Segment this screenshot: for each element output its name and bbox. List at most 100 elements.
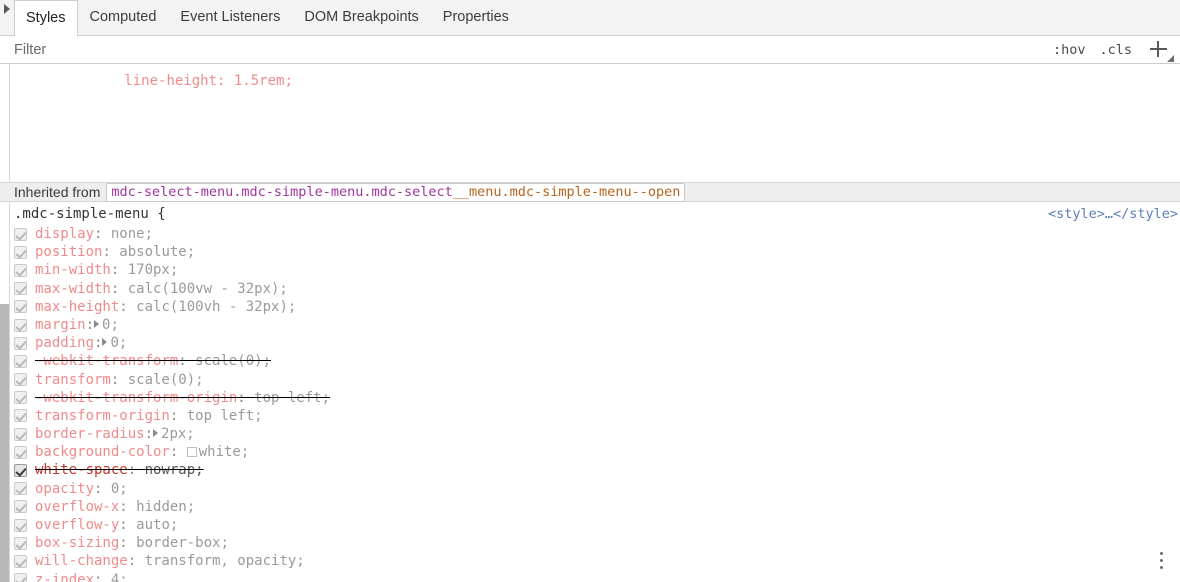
- panel-tabbar: Styles Computed Event Listeners DOM Brea…: [0, 0, 1180, 36]
- declaration-value: absolute;: [119, 244, 196, 261]
- declaration-value: transform, opacity;: [144, 553, 305, 570]
- tab-properties[interactable]: Properties: [431, 0, 521, 35]
- tab-list: Styles Computed Event Listeners DOM Brea…: [14, 0, 521, 36]
- kebab-dot: [1160, 559, 1163, 562]
- declaration-name: will-change: [35, 553, 128, 570]
- declaration-row[interactable]: background-color: white;: [0, 443, 1180, 461]
- declaration-checkbox[interactable]: [14, 263, 27, 277]
- inherited-from-label: Inherited from: [14, 184, 101, 200]
- declaration-name: overflow-y: [35, 517, 120, 533]
- declaration-row[interactable]: margin: 0;: [0, 316, 1180, 334]
- declaration-checkbox[interactable]: [14, 464, 27, 478]
- clipped-prop-1-text: line-height: 1.5rem;: [124, 73, 293, 90]
- declaration-row[interactable]: position: absolute;: [0, 243, 1180, 261]
- panel-collapse-gutter[interactable]: [0, 0, 14, 35]
- declaration-name: transform: [35, 371, 111, 388]
- tab-computed[interactable]: Computed: [78, 0, 169, 35]
- declaration-name: z-index: [35, 571, 95, 582]
- declaration-row[interactable]: max-width: calc(100vw - 32px);: [0, 280, 1180, 298]
- declaration-checkbox[interactable]: [14, 354, 27, 368]
- tab-dom-breakpoints-label: DOM Breakpoints: [304, 9, 419, 26]
- declaration-row[interactable]: transform-origin: top left;: [0, 407, 1180, 425]
- declaration-checkbox[interactable]: [14, 391, 27, 405]
- declaration-row[interactable]: box-sizing: border-box;: [0, 534, 1180, 552]
- toggle-hov-button[interactable]: :hov: [1053, 42, 1086, 58]
- declaration-value: scale(0);: [195, 353, 272, 370]
- tab-event-listeners[interactable]: Event Listeners: [168, 0, 292, 35]
- triangle-right-icon[interactable]: [4, 4, 10, 14]
- declaration-name: -webkit-transform-origin: [35, 389, 238, 406]
- declaration-value: auto;: [136, 517, 179, 533]
- declaration-checkbox[interactable]: [14, 336, 27, 350]
- declaration-row[interactable]: display: none;: [0, 225, 1180, 243]
- declaration-row[interactable]: padding: 0;: [0, 334, 1180, 352]
- declaration-row[interactable]: overflow-x: hidden;: [0, 498, 1180, 516]
- declaration-checkbox[interactable]: [14, 554, 27, 568]
- declaration-value: 0;: [110, 335, 128, 352]
- declaration-row-active[interactable]: white-space: nowrap;: [0, 461, 1180, 479]
- inherited-selector-part3: menu.mdc-simple-menu--open: [469, 183, 681, 200]
- declaration-checkbox[interactable]: [14, 282, 27, 296]
- declaration-name: transform-origin: [35, 407, 170, 424]
- resize-corner-icon[interactable]: [1167, 55, 1174, 62]
- kebab-dot: [1160, 566, 1163, 569]
- declaration-checkbox[interactable]: [14, 573, 27, 582]
- declaration-row[interactable]: min-width: 170px;: [0, 261, 1180, 279]
- devtools-styles-panel: Styles Computed Event Listeners DOM Brea…: [0, 0, 1180, 582]
- declaration-checkbox[interactable]: [14, 536, 27, 550]
- declaration-checkbox[interactable]: [14, 245, 27, 259]
- declaration-name: -webkit-transform: [35, 353, 179, 370]
- filter-input[interactable]: [14, 39, 834, 60]
- declaration-colon: :: [169, 444, 187, 461]
- declaration-row[interactable]: z-index: 4;: [0, 571, 1180, 582]
- more-vertical-icon[interactable]: [1160, 552, 1164, 570]
- tab-properties-label: Properties: [442, 9, 509, 26]
- rule-selector[interactable]: .mdc-simple-menu {: [14, 206, 166, 222]
- tab-event-listeners-label: Event Listeners: [180, 9, 281, 26]
- toolbar-actions: :hov .cls: [1053, 36, 1174, 64]
- styles-content: line-height: 1.5rem; list-style-type: no…: [0, 64, 1180, 582]
- declaration-checkbox[interactable]: [14, 373, 27, 387]
- declaration-colon: :: [119, 535, 137, 552]
- declaration-name: overflow-x: [35, 498, 120, 515]
- declaration-name: white-space: [35, 462, 128, 479]
- declaration-checkbox[interactable]: [14, 409, 27, 423]
- color-swatch-icon[interactable]: [186, 447, 197, 458]
- declaration-checkbox[interactable]: [14, 427, 27, 441]
- declaration-value: calc(100vh - 32px);: [136, 298, 297, 315]
- declaration-checkbox[interactable]: [14, 300, 27, 314]
- declaration-value: top left;: [254, 389, 331, 406]
- expand-triangle-icon[interactable]: [153, 429, 159, 438]
- declaration-row[interactable]: will-change: transform, opacity;: [0, 552, 1180, 570]
- tab-dom-breakpoints[interactable]: DOM Breakpoints: [292, 0, 430, 35]
- declaration-colon: :: [127, 553, 145, 570]
- declaration-checkbox[interactable]: [14, 445, 27, 459]
- rule-origin-link[interactable]: <style>…</style>: [1048, 206, 1178, 222]
- declaration-colon: :: [119, 298, 137, 315]
- declaration-checkbox[interactable]: [14, 518, 27, 532]
- declaration-checkbox[interactable]: [14, 318, 27, 332]
- clipped-declaration-1[interactable]: line-height: 1.5rem;: [0, 64, 1180, 109]
- new-style-rule-button[interactable]: [1148, 39, 1174, 62]
- toggle-cls-button[interactable]: .cls: [1099, 42, 1132, 58]
- declaration-value: scale(0);: [127, 371, 204, 388]
- declaration-checkbox[interactable]: [14, 482, 27, 496]
- tab-styles[interactable]: Styles: [14, 0, 78, 36]
- declaration-row[interactable]: opacity: 0;: [0, 480, 1180, 498]
- expand-triangle-icon[interactable]: [102, 338, 108, 347]
- declaration-row[interactable]: border-radius: 2px;: [0, 425, 1180, 443]
- declaration-value: calc(100vw - 32px);: [127, 280, 288, 297]
- inherited-selector-part2: __: [452, 183, 470, 200]
- declaration-value: white;: [198, 444, 250, 461]
- declaration-row[interactable]: max-height: calc(100vh - 32px);: [0, 298, 1180, 316]
- declaration-row[interactable]: transform: scale(0);: [0, 371, 1180, 389]
- declaration-checkbox[interactable]: [14, 500, 27, 514]
- inherited-from-selector[interactable]: mdc-select-menu.mdc-simple-menu.mdc-sele…: [106, 182, 686, 202]
- declaration-checkbox[interactable]: [14, 227, 27, 241]
- declaration-name: position: [35, 244, 103, 261]
- declaration-row[interactable]: -webkit-transform-origin: top left;: [0, 389, 1180, 407]
- declaration-row[interactable]: overflow-y: auto;: [0, 516, 1180, 534]
- expand-triangle-icon[interactable]: [94, 319, 100, 328]
- clipped-declaration-2[interactable]: list-style-type: none;: [0, 109, 1180, 114]
- declaration-row[interactable]: -webkit-transform: scale(0);: [0, 352, 1180, 370]
